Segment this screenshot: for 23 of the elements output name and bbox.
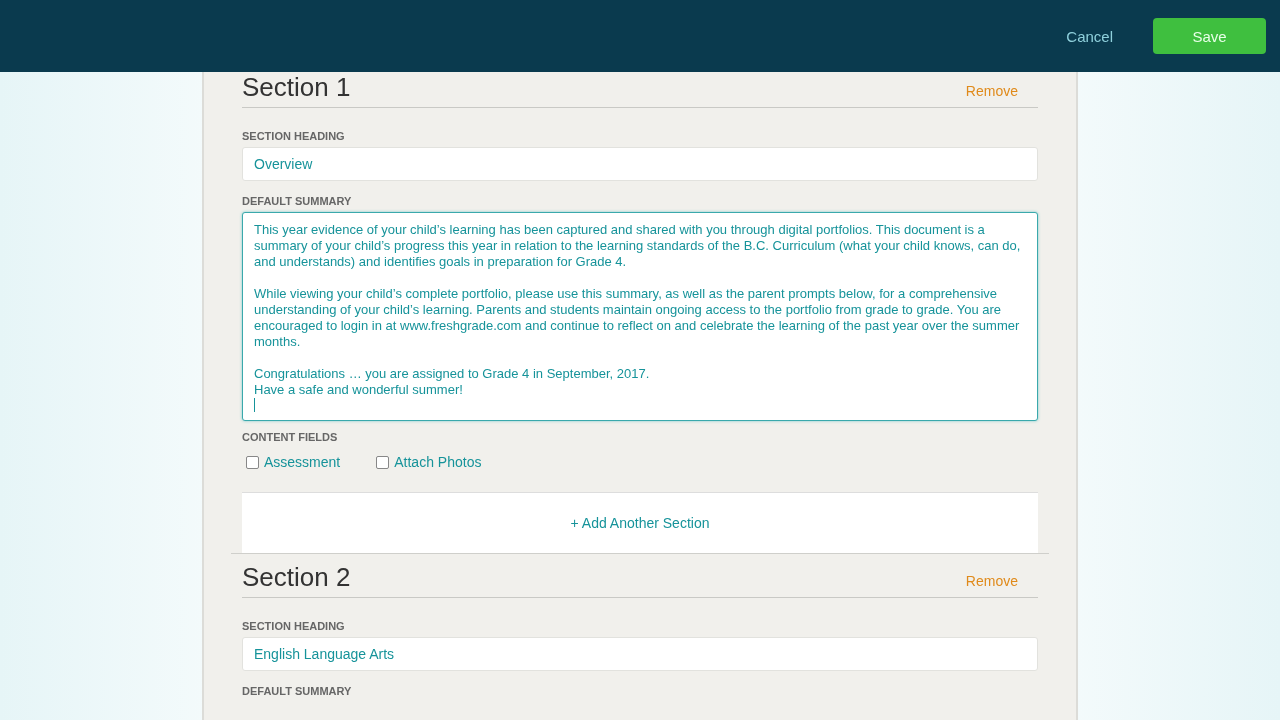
field-label: CONTENT FIELDS: [242, 431, 339, 443]
section-title: Section 2: [242, 562, 351, 593]
add-section-link[interactable]: + Add Another Section: [570, 515, 710, 531]
section-heading-field[interactable]: English Language Arts: [242, 637, 1038, 671]
remove-link[interactable]: Remove: [965, 573, 1018, 589]
remove-link[interactable]: Remove: [965, 83, 1018, 99]
checkbox-label[interactable]: Attach Photos: [394, 454, 482, 470]
field-label: SECTION HEADING: [242, 130, 346, 142]
section-heading-field[interactable]: Overview: [242, 147, 1038, 181]
text-cursor: [254, 398, 255, 412]
checkbox[interactable]: [246, 455, 259, 469]
save-button[interactable]: Save: [1153, 18, 1266, 54]
field-label: SECTION HEADING: [242, 620, 346, 632]
summary-paragraph: Congratulations … you are assigned to Grade 4 in September, 2017. Have a safe and wonderful summer!: [254, 366, 651, 398]
checkbox-label[interactable]: Assessment: [264, 454, 341, 470]
field-label: DEFAULT SUMMARY: [242, 685, 353, 697]
field-label: DEFAULT SUMMARY: [242, 195, 353, 207]
section-title: Section 1: [242, 72, 351, 103]
cancel-link[interactable]: Cancel: [1066, 27, 1113, 45]
summary-paragraph: This year evidence of your child’s learning has been captured and shared with you through digital portfolios. This document is a summary of your child’s progress this year in relation to the learning standards of the B.C. Curriculum (what your child knows, can do, and understands) and identifies goals in preparation for Grade 4.: [254, 222, 1022, 270]
checkbox[interactable]: [376, 455, 390, 469]
summary-field[interactable]: [242, 212, 1038, 421]
summary-paragraph: While viewing your child’s complete portfolio, please use this summary, as well as the parent prompts below, for a comprehensive understanding of your child’s learning. Parents and students maintain ongoing access to the portfolio from grade to grade. You are encouraged to login in at www.freshgrade.com and continue to reflect on and celebrate the learning of the past year over the summer months.: [254, 286, 1021, 350]
